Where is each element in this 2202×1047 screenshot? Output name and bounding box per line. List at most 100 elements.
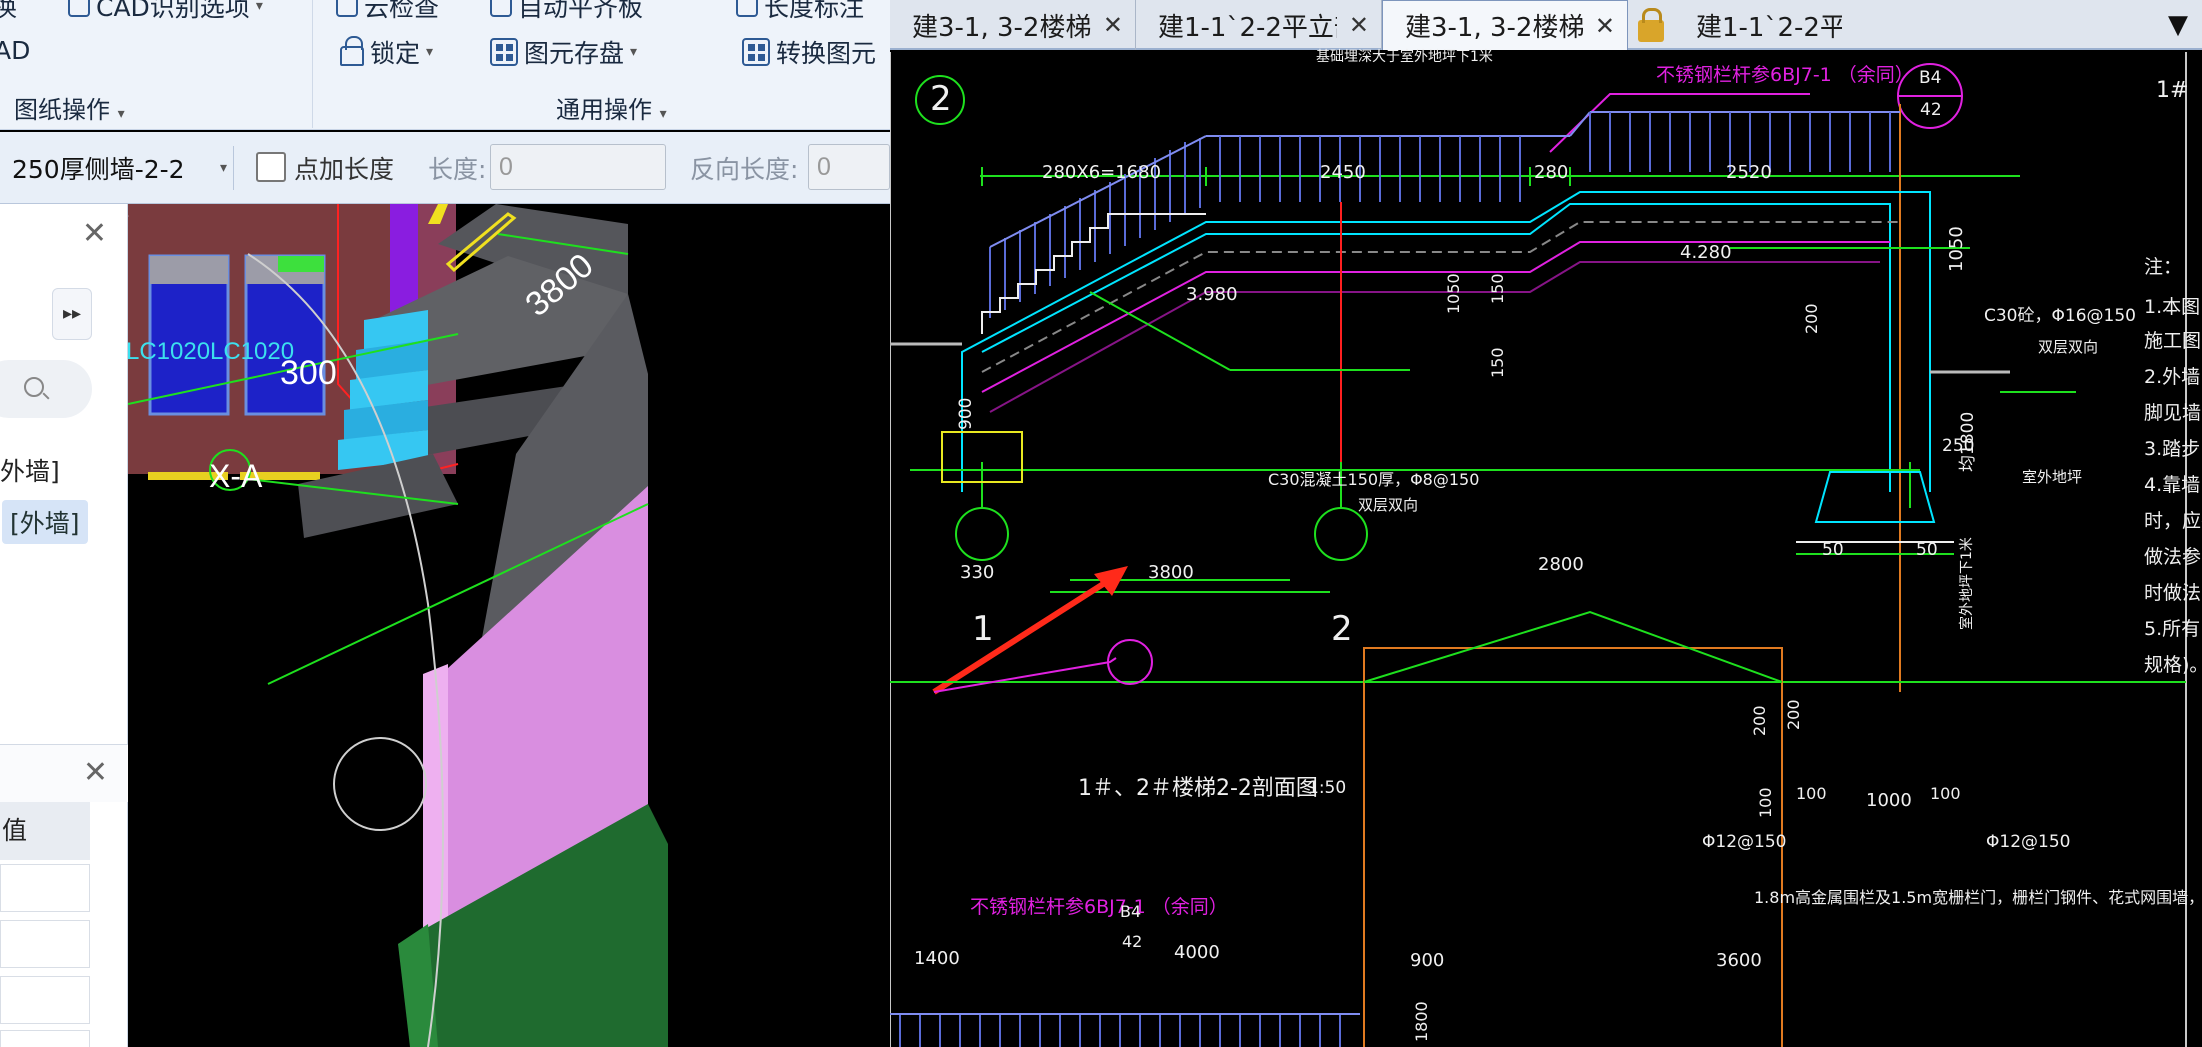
dim-150: 150 bbox=[1488, 273, 1507, 304]
save-element-icon bbox=[490, 38, 518, 66]
cloud-check-label: 云检查 bbox=[364, 0, 440, 22]
left-panel: ✕ ▸▸ 外墙] [外墙] ✕ 值 bbox=[0, 204, 128, 1047]
group-common-ops[interactable]: 通用操作 ▾ bbox=[556, 90, 667, 125]
railing-note-2: 不锈钢栏杆参6BJ7-1 （余同） bbox=[970, 896, 1228, 918]
red-arrow-shaft bbox=[932, 569, 1124, 695]
ribbon-divider bbox=[312, 0, 313, 128]
drawing-tab[interactable]: 建3-1, 3-2楼梯详图_t3 ✕ bbox=[890, 0, 1136, 50]
dim-150b: 150 bbox=[1488, 347, 1507, 378]
axis-bubble bbox=[1314, 507, 1368, 561]
note-line: 2.外墙 bbox=[2144, 366, 2201, 388]
cad-options-button[interactable]: CAD识别选项 ▾ bbox=[68, 0, 263, 24]
chevron-down-icon: ▾ bbox=[659, 106, 667, 122]
property-cell[interactable] bbox=[0, 864, 90, 912]
close-icon[interactable]: ✕ bbox=[1349, 11, 1369, 39]
dim-2520: 2520 bbox=[1726, 162, 1772, 183]
note-line: 规格)。 bbox=[2144, 654, 2202, 676]
reverse-length-input[interactable]: 0 bbox=[808, 144, 890, 190]
property-cell[interactable] bbox=[0, 920, 90, 968]
outdoor-1m-label: 室外地坪下1米 bbox=[1959, 537, 1975, 630]
ribbon-item-switch[interactable]: 换 bbox=[0, 0, 17, 24]
property-panel-header: ✕ bbox=[0, 744, 128, 802]
c30-slab-note: C30混凝土150厚，Φ8@150 bbox=[1268, 470, 1480, 489]
axis-bubble bbox=[955, 507, 1009, 561]
close-icon[interactable]: ✕ bbox=[83, 755, 108, 790]
dim-280x6: 280X6=1680 bbox=[1042, 162, 1162, 183]
list-item[interactable]: 外墙] bbox=[0, 452, 60, 488]
lock-icon[interactable] bbox=[1638, 8, 1664, 42]
rebar-right: Φ12@150 bbox=[1986, 832, 2071, 852]
drawing-tab[interactable]: 建1-1`2-2平立剖面图… ✕ bbox=[1136, 0, 1382, 50]
chevron-down-icon: ▾ bbox=[219, 160, 227, 176]
convert-element-button[interactable]: 转换图元 bbox=[742, 34, 876, 70]
close-icon[interactable]: ✕ bbox=[1595, 12, 1615, 40]
window-label: LC1020 bbox=[210, 338, 295, 365]
convert-element-icon bbox=[742, 38, 770, 66]
cad-options-label: CAD识别选项 bbox=[96, 0, 250, 22]
axis-1-label: 1 bbox=[972, 609, 994, 649]
expand-icon[interactable]: ▸▸ bbox=[52, 288, 92, 340]
detail-bubble-b4: B4 bbox=[1919, 68, 1942, 88]
note-line: 4.靠墙 bbox=[2144, 474, 2201, 496]
cad-canvas[interactable]: 基础埋深大于室外地坪下1米 不锈钢栏杆参6BJ7-1 （余同） B4 42 2 … bbox=[889, 49, 2202, 1047]
cloud-check-button[interactable]: 云检查 bbox=[336, 0, 439, 24]
note-line: 注： bbox=[2144, 256, 2183, 278]
length-label: 长度: bbox=[428, 155, 487, 184]
dim-100c: 100 bbox=[1930, 784, 1961, 803]
reverse-length-label: 反向长度: bbox=[690, 155, 799, 184]
axis-label-xa: X-A bbox=[209, 458, 263, 494]
note-line: 时做法 bbox=[2144, 582, 2202, 604]
drawing-tab-active[interactable]: 建3-1, 3-2楼梯详图_t3 ✕ bbox=[1382, 0, 1628, 50]
axis-2-label: 2 bbox=[1331, 609, 1353, 649]
length-input[interactable]: 0 bbox=[490, 144, 666, 190]
length-dimension-button[interactable]: 长度标注 bbox=[736, 0, 864, 24]
close-icon[interactable]: ✕ bbox=[1103, 11, 1123, 39]
cloud-check-icon bbox=[336, 0, 358, 17]
c30-note: C30砼，Φ16@150 bbox=[1984, 306, 2136, 326]
dim-200a: 200 bbox=[1750, 705, 1769, 736]
list-item-selected[interactable]: [外墙] bbox=[2, 500, 88, 544]
save-element-button[interactable]: 图元存盘 ▾ bbox=[490, 34, 637, 70]
dim-900-bottom: 900 bbox=[1410, 950, 1445, 971]
fence-note: 1.8m高金属围栏及1.5m宽栅栏门，栅栏门钢件、花式网围墙，要求设门锁。 bbox=[1754, 888, 2202, 907]
dim-1050: 1050 bbox=[1444, 273, 1463, 314]
dim-280: 280 bbox=[1534, 162, 1569, 183]
add-length-checkbox[interactable] bbox=[256, 152, 286, 182]
tab-menu-icon[interactable]: ▼ bbox=[2168, 10, 2188, 40]
group-label: 图纸操作 bbox=[14, 96, 110, 124]
detail-bubble-42: 42 bbox=[1920, 100, 1942, 120]
elevation-3980: 3.980 bbox=[1186, 284, 1238, 305]
note-line: 脚见墙 bbox=[2144, 402, 2202, 424]
dim-50-right: 50 bbox=[1916, 540, 1938, 560]
save-element-label: 图元存盘 bbox=[524, 39, 625, 68]
close-icon[interactable]: ✕ bbox=[82, 216, 107, 251]
structure-outline-outer bbox=[961, 191, 1931, 492]
property-cell[interactable] bbox=[0, 976, 90, 1024]
drawing-tab[interactable]: 建1-1`2-2平 bbox=[1674, 0, 1854, 50]
window-2-green bbox=[278, 256, 324, 272]
lock-icon bbox=[340, 36, 364, 66]
dim-3800: 3800 bbox=[1148, 562, 1194, 583]
3d-scene bbox=[128, 204, 668, 1047]
dim-1800-bottom: 1800 bbox=[1412, 1001, 1431, 1042]
property-toolbar: 250厚侧墙-2-2 ▾ 点加长度 长度: 0 反向长度: 0 bbox=[0, 132, 890, 204]
foundation-note: 基础埋深大于室外地坪下1米 bbox=[1316, 49, 1493, 65]
rebar-left: Φ12@150 bbox=[1702, 832, 1787, 852]
stair-number: 1# bbox=[2156, 78, 2189, 103]
wall-type-select[interactable]: 250厚侧墙-2-2 ▾ bbox=[6, 146, 234, 190]
3d-viewport[interactable]: 3800 300 X-A LC1020 LC1020 2 bbox=[128, 204, 890, 1047]
drawing-tab-bar: 建3-1, 3-2楼梯详图_t3 ✕ 建1-1`2-2平立剖面图… ✕ 建3-1… bbox=[890, 0, 2202, 50]
note-line: 5.所有 bbox=[2144, 618, 2201, 640]
detail-bubble bbox=[1107, 639, 1153, 685]
hatch bbox=[981, 221, 1900, 373]
tab-title: 建3-1, 3-2楼梯详图_t3 bbox=[1405, 13, 1583, 43]
lock-button[interactable]: 锁定 ▾ bbox=[340, 34, 433, 70]
search-icon bbox=[24, 377, 44, 397]
auto-align-slab-button[interactable]: 自动平齐板 bbox=[490, 0, 643, 24]
dim-900: 900 bbox=[956, 397, 976, 430]
cad-button[interactable]: AD bbox=[0, 36, 30, 65]
dim-1050-right: 1050 bbox=[1946, 226, 1967, 272]
group-drawing-ops[interactable]: 图纸操作 ▾ bbox=[14, 90, 125, 125]
search-input[interactable] bbox=[0, 360, 92, 418]
property-cell[interactable] bbox=[0, 1030, 90, 1047]
